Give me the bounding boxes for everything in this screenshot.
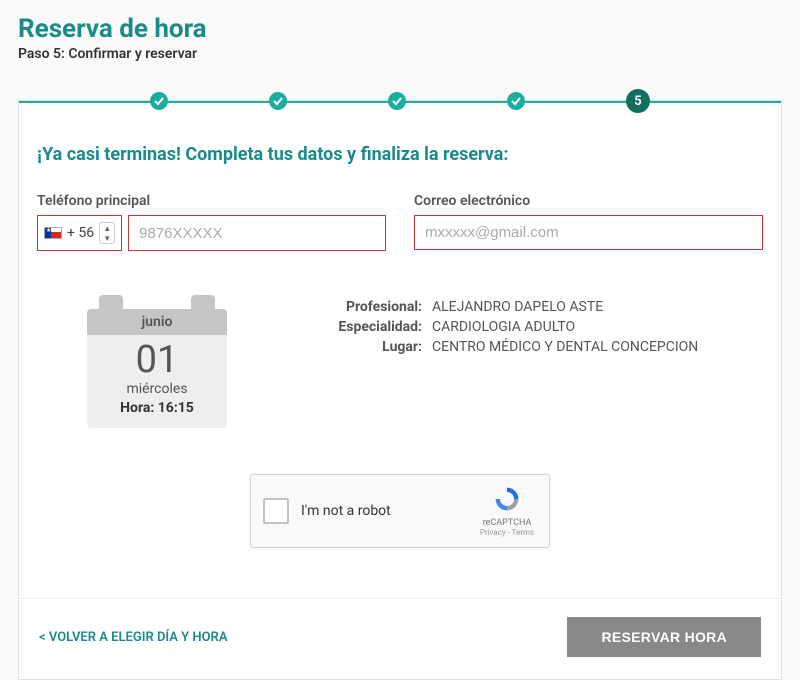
calendar-month: junio <box>87 309 227 335</box>
lugar-value: CENTRO MÉDICO Y DENTAL CONCEPCION <box>432 339 763 355</box>
calendar-time: Hora: 16:15 <box>87 400 227 416</box>
calendar-day: 01 <box>87 341 227 379</box>
page-header: Reserva de hora Paso 5: Confirmar y rese… <box>18 0 782 70</box>
step-3-done <box>388 92 406 110</box>
profesional-value: ALEJANDRO DAPELO ASTE <box>432 299 763 315</box>
email-input[interactable] <box>414 215 763 250</box>
email-field: Correo electrónico <box>414 193 763 251</box>
booking-card: 5 ¡Ya casi terminas! Completa tus datos … <box>18 100 782 680</box>
calendar-widget: junio 01 miércoles Hora: 16:15 <box>87 295 227 428</box>
step-1-done <box>150 92 168 110</box>
phone-input[interactable] <box>128 215 386 251</box>
step-5-current: 5 <box>626 89 650 113</box>
lugar-label: Lugar: <box>257 339 422 355</box>
especialidad-value: CARDIOLOGIA ADULTO <box>432 319 763 335</box>
flag-chile-icon: ★ <box>44 227 62 239</box>
recaptcha-widget: I'm not a robot reCAPTCHA Privacy - Term… <box>250 474 550 548</box>
profesional-label: Profesional: <box>257 299 422 315</box>
phone-field: Teléfono principal ★ + 56 ▲▼ <box>37 193 386 251</box>
recaptcha-checkbox[interactable] <box>263 498 289 524</box>
recaptcha-label: I'm not a robot <box>301 503 465 519</box>
recaptcha-brand: reCAPTCHA Privacy - Terms <box>477 485 537 537</box>
step-4-done <box>507 92 525 110</box>
progress-steps: 5 <box>19 92 781 113</box>
check-icon <box>154 96 164 106</box>
reserve-button[interactable]: RESERVAR HORA <box>567 617 761 657</box>
email-label: Correo electrónico <box>414 193 763 209</box>
recaptcha-icon <box>492 485 522 513</box>
country-code-text: + 56 <box>67 225 94 241</box>
recaptcha-brand-text: reCAPTCHA <box>477 518 537 528</box>
phone-label: Teléfono principal <box>37 193 386 209</box>
page-subtitle: Paso 5: Confirmar y reservar <box>18 46 782 62</box>
progress-bar: 5 <box>19 101 781 102</box>
step-2-done <box>269 92 287 110</box>
recaptcha-legal-text: Privacy - Terms <box>477 528 537 537</box>
back-link[interactable]: < VOLVER A ELEGIR DÍA Y HORA <box>39 630 228 645</box>
check-icon <box>273 96 283 106</box>
prompt-text: ¡Ya casi terminas! Completa tus datos y … <box>37 144 763 165</box>
check-icon <box>511 96 521 106</box>
page-title: Reserva de hora <box>18 14 782 44</box>
country-code-selector[interactable]: ★ + 56 ▲▼ <box>37 215 122 251</box>
card-footer: < VOLVER A ELEGIR DÍA Y HORA RESERVAR HO… <box>19 598 781 679</box>
stepper-icon[interactable]: ▲▼ <box>99 222 115 244</box>
check-icon <box>392 96 402 106</box>
calendar-weekday: miércoles <box>87 381 227 397</box>
especialidad-label: Especialidad: <box>257 319 422 335</box>
appointment-details: Profesional: ALEJANDRO DAPELO ASTE Espec… <box>257 295 763 355</box>
